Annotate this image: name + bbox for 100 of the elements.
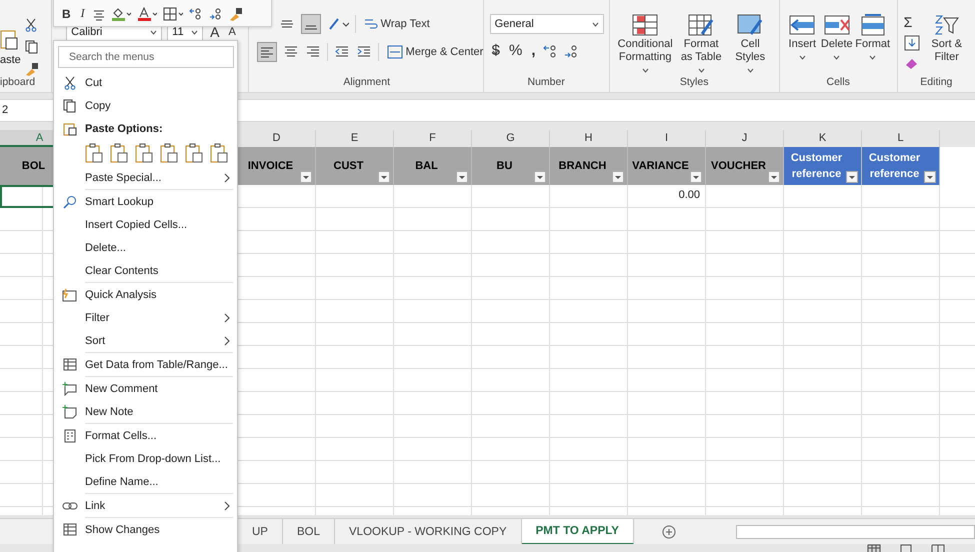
fill-down-icon[interactable] [904, 35, 920, 51]
clipboard-icon[interactable] [0, 28, 18, 50]
borders-icon[interactable] [162, 7, 183, 21]
menu-item[interactable]: Clear Contents [54, 259, 237, 282]
paste-option-icon[interactable] [135, 143, 153, 163]
grow-font-button[interactable]: A [208, 24, 222, 40]
menu-item[interactable]: Insert Copied Cells... [54, 213, 237, 236]
orientation-icon[interactable] [326, 16, 349, 32]
filter-dropdown-button[interactable] [612, 171, 624, 183]
cell-brush-icon [737, 14, 764, 36]
format-painter-icon[interactable] [228, 7, 243, 21]
number-format-dropdown[interactable]: General [490, 14, 604, 34]
paste-option-icon[interactable] [210, 143, 228, 163]
filter-dropdown-button[interactable] [846, 171, 858, 183]
filter-dropdown-button[interactable] [456, 171, 468, 183]
copy-icon [62, 98, 76, 112]
group-label: Cells [826, 76, 850, 88]
ribbon-button[interactable]: Conditional Formatting [616, 14, 675, 73]
wrap-text-button[interactable]: Wrap Text [362, 17, 432, 31]
caret-icon [833, 55, 840, 60]
sheet-tab[interactable]: PMT TO APPLY [522, 519, 634, 545]
italic-button[interactable]: I [78, 6, 87, 21]
shrink-font-button[interactable]: A [226, 26, 238, 38]
caret-icon [191, 30, 198, 34]
eraser-icon[interactable] [904, 56, 920, 70]
ribbon-button[interactable]: Delete [818, 14, 855, 60]
menu-item[interactable]: Format Cells... [54, 424, 237, 447]
chevron-right-icon [224, 172, 231, 182]
normal-view-icon[interactable] [867, 544, 881, 552]
add-sheet-icon[interactable] [662, 525, 676, 539]
delete-cells-icon [822, 14, 851, 36]
decrease-decimal-icon[interactable] [208, 7, 223, 21]
table-header-cell: Customer reference [862, 147, 940, 185]
name-box[interactable]: 2 [0, 100, 44, 121]
cut-icon[interactable] [24, 18, 37, 32]
sort-filter-icon [934, 14, 960, 36]
menu-item[interactable]: New Note [54, 400, 237, 423]
comma-style-button[interactable]: , [529, 42, 538, 59]
menu-item[interactable]: Define Name... [54, 470, 237, 493]
table-cell-text: 0.00 [678, 188, 701, 203]
menu-item[interactable]: Cut [54, 71, 237, 94]
chevron-right-icon [224, 500, 231, 510]
menu-item[interactable]: Quick Analysis [54, 283, 237, 306]
search-icon [62, 194, 76, 208]
paste-option-icon[interactable] [185, 143, 203, 163]
fill-color-icon[interactable] [110, 7, 131, 21]
menu-item[interactable]: Delete... [54, 236, 237, 259]
paste-option-icon[interactable] [160, 143, 178, 163]
menu-item[interactable]: Filter [54, 306, 237, 329]
search-field[interactable]: Search the menus [58, 46, 234, 68]
filter-dropdown-button[interactable] [378, 171, 390, 183]
menu-item[interactable]: Sort [54, 329, 237, 352]
ribbon-button[interactable]: Cell Styles [728, 14, 773, 73]
note-icon [62, 404, 77, 418]
chevron-right-icon [224, 312, 231, 322]
menu-item[interactable]: Copy [54, 94, 237, 117]
filter-dropdown-button[interactable] [768, 171, 780, 183]
paste-option-icon[interactable] [85, 143, 103, 163]
align-bottom-icon[interactable] [300, 14, 321, 34]
ribbon-button[interactable]: Insert [786, 14, 819, 60]
chevron-right-icon [224, 336, 231, 346]
paste-button[interactable]: aste [0, 54, 21, 66]
table-header-cell: INVOICE [238, 147, 316, 185]
font-color-icon[interactable] [136, 7, 157, 21]
percent-button[interactable]: % [507, 42, 524, 59]
ribbon-button[interactable]: Format as Table [678, 14, 724, 73]
filter-dropdown-button[interactable] [534, 171, 546, 183]
caret-icon [698, 68, 705, 73]
format-painter-icon[interactable] [24, 62, 39, 76]
paste-option-icon[interactable] [110, 143, 128, 163]
table-icon [62, 358, 76, 371]
align-left-icon[interactable] [256, 42, 277, 62]
filter-dropdown-button[interactable] [300, 171, 312, 183]
currency-button[interactable]: $ [490, 42, 502, 59]
menu-item[interactable]: Get Data from Table/Range... [54, 353, 237, 376]
copy-icon[interactable] [24, 40, 39, 54]
menu-item[interactable]: Link [54, 494, 237, 517]
menu-item[interactable]: Smart Lookup [54, 190, 237, 213]
menu-item[interactable]: Show Changes [54, 518, 237, 541]
increase-decimal-icon[interactable] [188, 7, 203, 21]
group-label: Number [527, 76, 565, 88]
page-layout-icon[interactable] [899, 544, 913, 552]
table-header-cell: Customer reference [784, 147, 862, 185]
menu-item[interactable]: New Comment [54, 377, 237, 400]
page-break-icon[interactable] [931, 544, 945, 552]
align-center-icon[interactable] [92, 9, 105, 21]
sort-filter-button[interactable]: Sort & Filter [926, 14, 968, 64]
table-header-cell: VARIANCE [628, 147, 706, 185]
autosum-button[interactable]: Σ [904, 14, 912, 30]
group-label: ipboard [0, 76, 36, 88]
filter-dropdown-button[interactable] [924, 171, 936, 183]
table-icon [62, 523, 76, 536]
horizontal-scrollbar[interactable] [736, 525, 975, 539]
table-header-cell: CUST [316, 147, 394, 185]
menu-item[interactable]: Pick From Drop-down List... [54, 447, 237, 470]
ribbon-button[interactable]: Format [854, 14, 891, 60]
caret-icon [746, 68, 754, 73]
bold-button[interactable]: B [60, 7, 73, 21]
caret-icon [642, 68, 649, 73]
filter-dropdown-button[interactable] [690, 171, 702, 183]
